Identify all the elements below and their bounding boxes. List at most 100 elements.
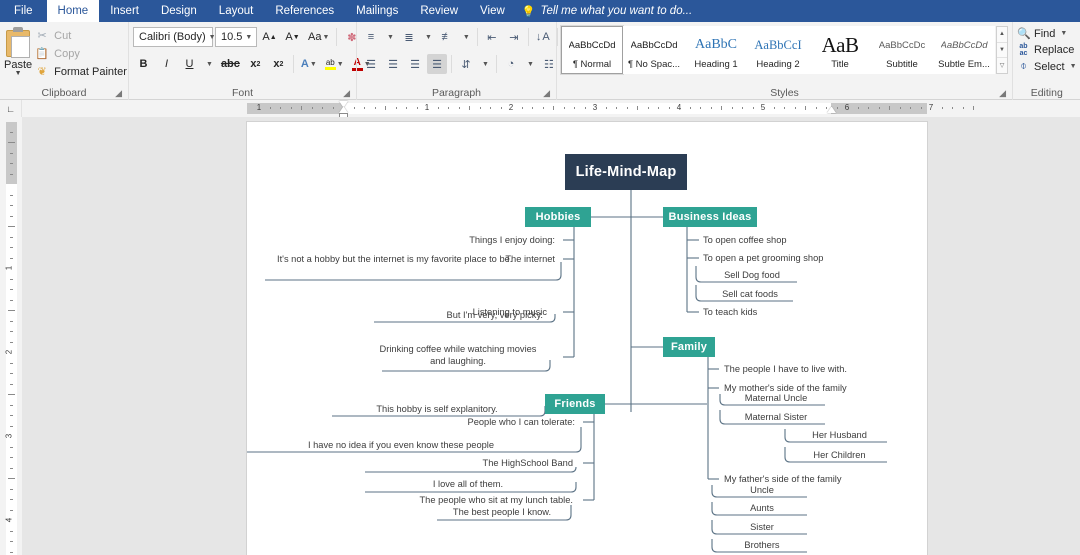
vertical-ruler[interactable]: 1 2 3 4	[0, 117, 22, 555]
tab-view[interactable]: View	[469, 0, 516, 22]
multilevel-list-icon[interactable]: ≢	[437, 27, 457, 47]
numbering-icon[interactable]: ≣	[399, 27, 419, 47]
document-canvas[interactable]: Life-Mind-Map Hobbies Business Ideas Fam…	[22, 117, 1080, 555]
chevron-down-icon[interactable]: ▼	[1070, 63, 1077, 70]
cut-button[interactable]: ✂ Cut	[32, 28, 130, 43]
line-spacing-icon[interactable]: ⇵	[456, 54, 476, 74]
mindmap-leaf[interactable]: Uncle	[719, 485, 805, 497]
mindmap-leaf[interactable]: To open a pet grooming shop	[703, 253, 823, 265]
bold-button[interactable]: B	[133, 54, 154, 75]
increase-indent-icon[interactable]: ⇥	[504, 27, 524, 47]
mindmap-leaf[interactable]: Aunts	[719, 503, 805, 515]
tab-layout[interactable]: Layout	[208, 0, 265, 22]
font-dialog-launcher[interactable]: ◢	[343, 86, 350, 100]
mindmap-leaf[interactable]: I have no idea if you even know these pe…	[227, 440, 575, 452]
underline-button[interactable]: U	[179, 54, 200, 75]
line-spacing-dropdown[interactable]: ▼	[478, 54, 492, 75]
styles-gallery-scroll[interactable]: ▲ ▼ ▽	[996, 26, 1008, 74]
mindmap-node-family[interactable]: Family	[663, 337, 715, 357]
font-name-combo[interactable]: Calibri (Body) ▼	[133, 27, 216, 47]
change-case-button[interactable]: Aa ▼	[305, 27, 332, 48]
style-subtitle[interactable]: AaBbCcDc Subtitle	[871, 26, 933, 74]
style-heading-2[interactable]: AaBbCcI Heading 2	[747, 26, 809, 74]
tab-review[interactable]: Review	[409, 0, 469, 22]
copy-button[interactable]: 📋 Copy	[32, 46, 130, 61]
mindmap-leaf[interactable]: I love all of them.	[365, 479, 571, 491]
numbering-dropdown[interactable]: ▼	[421, 27, 435, 48]
horizontal-ruler[interactable]: 1 1 2 3 4 5 6 7	[22, 100, 1080, 118]
mindmap-leaf[interactable]: It's not a hobby but the internet is my …	[269, 254, 554, 266]
tell-me-box[interactable]: 💡 Tell me what you want to do...	[516, 0, 692, 22]
mindmap-leaf[interactable]: Things I enjoy doing:	[367, 235, 555, 247]
sort-icon[interactable]: ↓ A	[533, 27, 553, 47]
mindmap-leaf[interactable]: Sell Dog food	[705, 270, 799, 282]
mindmap-leaf[interactable]: People who I can tolerate:	[367, 417, 576, 429]
clipboard-dialog-launcher[interactable]: ◢	[115, 86, 122, 100]
mindmap-leaf[interactable]: To teach kids	[703, 307, 757, 319]
mindmap-leaf[interactable]: Maternal Sister	[727, 412, 825, 424]
select-button[interactable]: ⌽ Select ▼	[1017, 60, 1077, 73]
style-subtle-emphasis[interactable]: AaBbCcDd Subtle Em...	[933, 26, 995, 74]
mindmap-leaf[interactable]: Brothers	[719, 540, 805, 552]
mindmap-leaf[interactable]: Maternal Uncle	[727, 393, 825, 405]
mindmap-leaf[interactable]: Her Children	[792, 450, 887, 462]
tab-file[interactable]: File	[0, 0, 47, 22]
superscript-button[interactable]: x2	[268, 54, 289, 75]
mindmap-leaf[interactable]: The people I have to live with.	[724, 364, 847, 376]
tab-home[interactable]: Home	[46, 0, 100, 22]
mindmap-leaf[interactable]: My father's side of the family	[724, 474, 842, 486]
bullets-icon[interactable]: ≡	[361, 27, 381, 47]
paste-button[interactable]: Paste ▼	[4, 25, 32, 77]
decrease-indent-icon[interactable]: ⇤	[482, 27, 502, 47]
font-size-combo[interactable]: 10.5 ▼	[215, 27, 257, 47]
mindmap-leaf[interactable]: The best people I know.	[437, 507, 567, 519]
mindmap-leaf[interactable]: To open coffee shop	[703, 235, 787, 247]
mindmap-node-business-ideas[interactable]: Business Ideas	[663, 207, 757, 227]
mindmap-leaf[interactable]: But I'm very, very picky.	[377, 310, 543, 322]
align-left-icon[interactable]: ☰	[361, 54, 381, 74]
subscript-button[interactable]: x2	[245, 54, 266, 75]
mindmap-leaf[interactable]: Drinking coffee while watching movies an…	[377, 344, 539, 367]
align-right-icon[interactable]: ☰	[405, 54, 425, 74]
mindmap-leaf[interactable]: Her Husband	[792, 430, 887, 442]
mindmap-leaf[interactable]: Sister	[719, 522, 805, 534]
align-center-icon[interactable]: ☰	[383, 54, 403, 74]
shading-icon[interactable]: ◔	[501, 54, 521, 74]
multilevel-list-dropdown[interactable]: ▼	[459, 27, 473, 48]
tab-design[interactable]: Design	[150, 0, 208, 22]
styles-scroll-up-icon[interactable]: ▲	[997, 27, 1007, 42]
tab-references[interactable]: References	[264, 0, 345, 22]
format-painter-button[interactable]: ❦ Format Painter	[32, 64, 130, 79]
text-effects-button[interactable]: A ▼	[298, 54, 320, 75]
bullets-dropdown[interactable]: ▼	[383, 27, 397, 48]
tab-stop-left-icon[interactable]: ∟	[0, 100, 22, 117]
underline-dropdown[interactable]: ▼	[202, 54, 216, 75]
style-heading-1[interactable]: AaBbC Heading 1	[685, 26, 747, 74]
italic-button[interactable]: I	[156, 54, 177, 75]
paste-dropdown-arrow[interactable]: ▼	[15, 70, 22, 77]
style-normal[interactable]: AaBbCcDd ¶ Normal	[560, 25, 624, 75]
mindmap-leaf[interactable]: The people who sit at my lunch table.	[377, 495, 574, 507]
mindmap-node-root[interactable]: Life-Mind-Map	[565, 154, 687, 190]
shrink-font-button[interactable]: A ▼	[282, 27, 303, 48]
shading-dropdown[interactable]: ▼	[523, 54, 537, 75]
document-page[interactable]: Life-Mind-Map Hobbies Business Ideas Fam…	[247, 122, 927, 555]
find-button[interactable]: 🔍 Find ▼	[1017, 27, 1077, 41]
replace-button[interactable]: ab ac Replace	[1017, 43, 1077, 57]
style-no-spacing[interactable]: AaBbCcDd ¶ No Spac...	[623, 26, 685, 74]
tab-insert[interactable]: Insert	[99, 0, 150, 22]
styles-dialog-launcher[interactable]: ◢	[999, 86, 1006, 100]
justify-icon[interactable]: ☰	[427, 54, 447, 74]
style-title[interactable]: AaB Title	[809, 26, 871, 74]
mindmap-leaf[interactable]: This hobby is self explanitory.	[337, 404, 537, 416]
styles-scroll-down-icon[interactable]: ▼	[997, 41, 1007, 58]
mindmap-leaf[interactable]: The HighSchool Band	[377, 458, 573, 470]
grow-font-button[interactable]: A ▲	[259, 27, 280, 48]
tab-mailings[interactable]: Mailings	[345, 0, 409, 22]
styles-more-icon[interactable]: ▽	[997, 57, 1007, 73]
mindmap-leaf[interactable]: Sell cat foods	[705, 289, 795, 301]
text-highlight-button[interactable]: ab ▼	[322, 54, 347, 75]
strikethrough-button[interactable]: abc	[218, 54, 243, 75]
paragraph-dialog-launcher[interactable]: ◢	[543, 86, 550, 100]
mindmap-node-hobbies[interactable]: Hobbies	[525, 207, 591, 227]
